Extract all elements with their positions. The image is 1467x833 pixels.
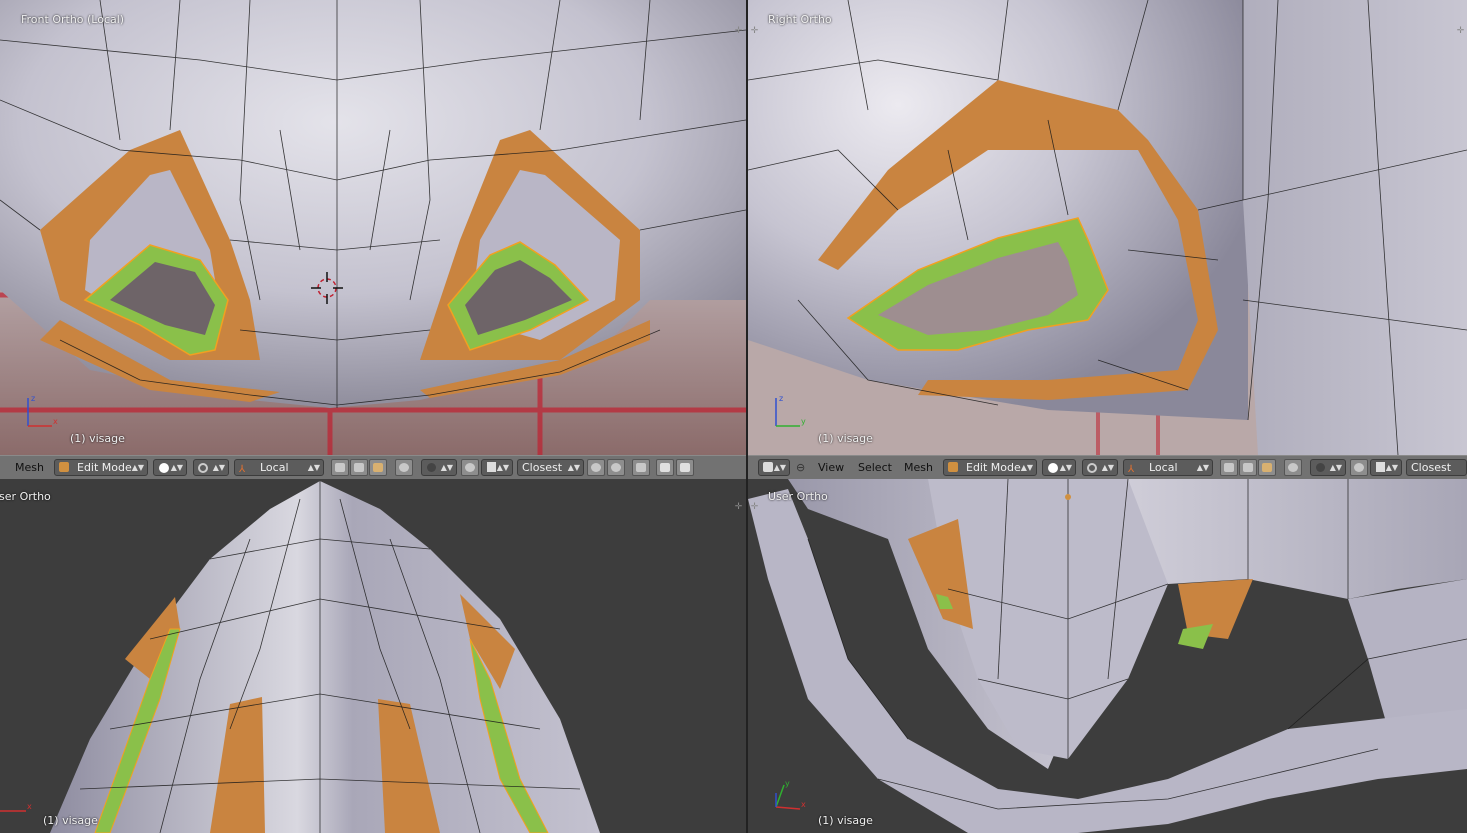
proportional-icon (1316, 463, 1325, 472)
viewport-split-icon[interactable]: ✛ (734, 27, 743, 36)
mesh-front-view[interactable] (0, 0, 746, 455)
svg-text:x: x (53, 417, 58, 426)
orientation-selector[interactable]: ⅄ Local ▲▼ (234, 459, 324, 476)
render-animation-icon[interactable] (676, 459, 694, 476)
solid-shading-icon (159, 463, 169, 473)
edit-mode-icon (59, 462, 69, 472)
snap-element-icon (487, 462, 496, 472)
face-select-button[interactable] (369, 459, 387, 476)
active-object-label: (1) visage (818, 432, 873, 445)
viewport-split-icon[interactable]: ✛ (750, 503, 759, 512)
viewport-split-icon[interactable]: ✛ (734, 503, 743, 512)
viewport-right-ortho[interactable]: Right Ortho ✛ ✛ z y (1) visage (748, 0, 1467, 455)
mesh-menu[interactable]: Mesh (904, 459, 933, 476)
active-object-label: (1) visage (43, 814, 98, 827)
view-menu[interactable]: View (818, 459, 844, 476)
selected-vertex-icon (1065, 494, 1071, 500)
active-object-label: (1) visage (70, 432, 125, 445)
viewport-user-ortho-right[interactable]: User Ortho ✛ y x (1) visage (748, 479, 1467, 833)
snap-toggle-button[interactable] (1350, 459, 1368, 476)
transform-orientation-icon: ⅄ (239, 464, 246, 475)
pivot-icon (198, 463, 208, 473)
mesh-right-view[interactable] (748, 0, 1467, 455)
collapse-menu-icon[interactable]: ⊖ (796, 459, 805, 476)
render-opengl-button[interactable] (632, 459, 650, 476)
edge-select-button[interactable] (1239, 459, 1257, 476)
mesh-menu[interactable]: Mesh (15, 459, 44, 476)
editor-type-selector[interactable]: ▲▼ (758, 459, 790, 476)
render-image-icon[interactable] (656, 459, 674, 476)
viewport-title: Right Ortho (768, 13, 832, 26)
edit-mode-icon (948, 462, 958, 472)
viewport-split-icon[interactable]: ✛ (1456, 27, 1465, 36)
viewport-divider-vertical[interactable] (746, 0, 748, 833)
axis-gizmo-icon: z y (775, 394, 806, 427)
pivot-icon (1087, 463, 1097, 473)
snap-element-icon (1376, 462, 1385, 472)
transform-orientation-icon: ⅄ (1128, 464, 1135, 475)
axis-gizmo-icon: x (0, 802, 32, 812)
snap-project-button[interactable] (607, 459, 625, 476)
svg-text:z: z (31, 394, 35, 403)
3d-view-icon (763, 462, 773, 472)
select-menu[interactable]: Select (858, 459, 892, 476)
viewport-title: User Ortho (768, 490, 828, 503)
limit-selection-button[interactable] (395, 459, 413, 476)
proportional-icon (427, 463, 436, 472)
face-select-button[interactable] (1258, 459, 1276, 476)
snap-target-selector[interactable]: Closest ▲▼ (517, 459, 584, 476)
vertex-select-button[interactable] (1220, 459, 1238, 476)
viewport-header-right: ▲▼ ⊖ View Select Mesh Edit Mode ▲▼ ▲▼ ▲▼ … (748, 455, 1467, 480)
limit-selection-button[interactable] (1284, 459, 1302, 476)
svg-text:y: y (785, 779, 790, 788)
snap-toggle-button[interactable] (461, 459, 479, 476)
pivot-selector[interactable]: ▲▼ (1082, 459, 1118, 476)
mode-selector[interactable]: Edit Mode ▲▼ (943, 459, 1037, 476)
viewport-shading-selector[interactable]: ▲▼ (153, 459, 187, 476)
mesh-user-view-left[interactable] (0, 479, 746, 833)
snap-element-selector[interactable]: ▲▼ (1370, 459, 1402, 476)
svg-text:x: x (801, 800, 806, 809)
proportional-editing-selector[interactable]: ▲▼ (421, 459, 457, 476)
axis-gizmo-icon: y x (775, 779, 806, 810)
axis-gizmo-icon: z x (27, 394, 58, 427)
pivot-selector[interactable]: ▲▼ (193, 459, 229, 476)
viewport-user-ortho-left[interactable]: User Ortho ✛ x (1) visage (0, 479, 746, 833)
svg-text:y: y (801, 417, 806, 426)
mode-selector[interactable]: Edit Mode ▲▼ (54, 459, 148, 476)
vertex-select-button[interactable] (331, 459, 349, 476)
svg-text:z: z (779, 394, 783, 403)
svg-text:x: x (27, 802, 32, 811)
viewport-front-ortho[interactable]: Front Ortho (Local) ✛ z x (1) visage (0, 0, 746, 455)
active-object-label: (1) visage (818, 814, 873, 827)
snap-element-selector[interactable]: ▲▼ (481, 459, 513, 476)
edge-select-button[interactable] (350, 459, 368, 476)
viewport-header-left: Mesh Edit Mode ▲▼ ▲▼ ▲▼ ⅄ Local ▲▼ ▲▼ ▲▼ C… (0, 455, 746, 480)
proportional-editing-selector[interactable]: ▲▼ (1310, 459, 1346, 476)
viewport-shading-selector[interactable]: ▲▼ (1042, 459, 1076, 476)
mesh-user-view-right[interactable] (748, 479, 1467, 833)
snap-target-selector[interactable]: Closest (1406, 459, 1467, 476)
viewport-split-icon[interactable]: ✛ (750, 27, 759, 36)
viewport-title: User Ortho (0, 490, 51, 503)
solid-shading-icon (1048, 463, 1058, 473)
viewport-title: Front Ortho (Local) (21, 13, 125, 26)
orientation-selector[interactable]: ⅄ Local ▲▼ (1123, 459, 1213, 476)
snap-align-button[interactable] (587, 459, 605, 476)
